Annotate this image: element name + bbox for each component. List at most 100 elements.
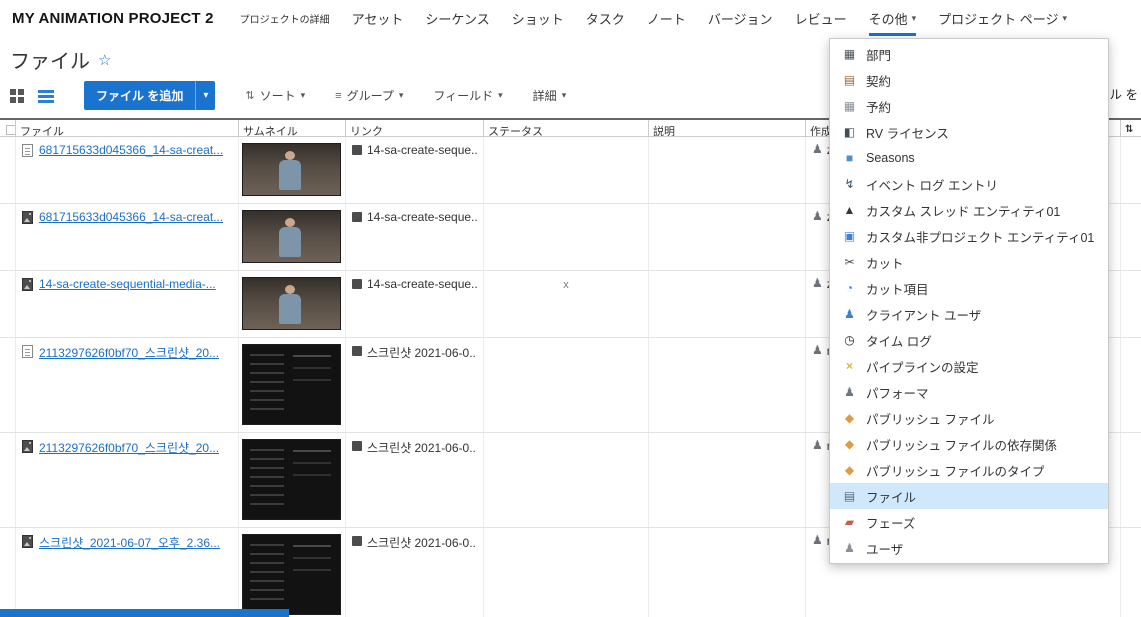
file-cell: 681715633d045366_14-sa-creat...: [15, 204, 238, 270]
menu-item-published-file[interactable]: ◆ パブリッシュ ファイル: [830, 405, 1108, 431]
phase-icon: ▰: [844, 515, 855, 529]
select-all-checkbox[interactable]: [0, 120, 15, 136]
menu-item-published-file-type[interactable]: ◆ パブリッシュ ファイルのタイプ: [830, 457, 1108, 483]
nav-item-8[interactable]: その他 ▾: [868, 0, 916, 36]
fields-button[interactable]: フィールド ▾: [433, 87, 502, 104]
far-cell: [1120, 271, 1141, 337]
thumbnail-cell: [238, 338, 345, 432]
menu-item-time-log[interactable]: ◷ タイム ログ: [830, 327, 1108, 353]
link-text[interactable]: 스크린샷 2021-06-0...: [367, 344, 477, 361]
time-log-icon: ◷: [844, 333, 855, 347]
row-checkbox[interactable]: [0, 137, 15, 203]
cut-icon: ✂: [844, 255, 855, 269]
nav-item-label: ショット: [511, 11, 564, 27]
file-name-link[interactable]: 스크린샷_2021-06-07_오후_2.36...: [39, 534, 220, 551]
menu-item-contract[interactable]: ▤ 契約: [830, 67, 1108, 93]
menu-item-rv-license[interactable]: ◧ RV ライセンス: [830, 119, 1108, 145]
menu-item-label: RV ライセンス: [866, 126, 949, 141]
row-checkbox[interactable]: [0, 338, 15, 432]
menu-item-label: カスタム非プロジェクト エンティティ01: [866, 230, 1095, 245]
sort-button[interactable]: ⇅ ソート ▾: [245, 87, 305, 104]
menu-item-seasons[interactable]: ■ Seasons: [830, 145, 1108, 171]
column-header-1[interactable]: サムネイル: [238, 120, 345, 136]
menu-item-booking[interactable]: ▦ 予約: [830, 93, 1108, 119]
menu-item-department[interactable]: ▦ 部門: [830, 41, 1108, 67]
file-cell: 스크린샷_2021-06-07_오후_2.36...: [15, 528, 238, 617]
menu-item-event-log[interactable]: ↯ イベント ログ エントリ: [830, 171, 1108, 197]
app-root: MY ANIMATION PROJECT 2 プロジェクトの詳細 アセット シーケン…: [0, 0, 1141, 617]
menu-item-custom-nonproject-entity[interactable]: ▣ カスタム非プロジェクト エンティティ01: [830, 223, 1108, 249]
file-name-link[interactable]: 681715633d045366_14-sa-creat...: [39, 143, 223, 157]
link-text[interactable]: 14-sa-create-seque...: [367, 143, 477, 157]
menu-item-cut[interactable]: ✂ カット: [830, 249, 1108, 275]
thumbnail-image[interactable]: [242, 439, 341, 520]
nav-item-7[interactable]: レビュー: [795, 0, 847, 36]
nav-item-3[interactable]: ショット: [512, 0, 564, 36]
add-file-button[interactable]: ファイル を追加 ▾: [84, 81, 216, 110]
menu-item-custom-entity[interactable]: ▲ カスタム スレッド エンティティ01: [830, 197, 1108, 223]
menu-item-phase[interactable]: ▰ フェーズ: [830, 509, 1108, 535]
menu-item-published-file-dependency[interactable]: ◆ パブリッシュ ファイルの依存関係: [830, 431, 1108, 457]
far-cell: [1120, 433, 1141, 527]
row-checkbox[interactable]: [0, 433, 15, 527]
menu-item-label: パブリッシュ ファイルの依存関係: [866, 438, 1057, 453]
favorite-star-icon[interactable]: ☆: [98, 51, 111, 69]
menu-item-user[interactable]: ♟ ユーザ: [830, 535, 1108, 561]
list-view-icon[interactable]: [38, 88, 54, 103]
row-checkbox[interactable]: [0, 528, 15, 617]
custom-entity-icon: ▲: [843, 203, 856, 217]
menu-item-cut-item[interactable]: ◔ カット項目: [830, 275, 1108, 301]
file-icon: [22, 345, 33, 358]
menu-item-label: パイプラインの設定: [866, 360, 979, 375]
column-header-4[interactable]: 説明: [648, 120, 805, 136]
column-header-0[interactable]: ファイル: [15, 120, 238, 136]
link-text[interactable]: 스크린샷 2021-06-0...: [367, 439, 477, 456]
thumbnail-image[interactable]: [242, 210, 341, 263]
thumbnail-cell: [238, 433, 345, 527]
description-cell: [648, 528, 805, 617]
file-name-link[interactable]: 681715633d045366_14-sa-creat...: [39, 210, 223, 224]
menu-item-client-user[interactable]: ♟ クライアント ユーザ: [830, 301, 1108, 327]
file-cell: 681715633d045366_14-sa-creat...: [15, 137, 238, 203]
menu-item-performer[interactable]: ♟ パフォーマ: [830, 379, 1108, 405]
link-cell: 14-sa-create-seque...: [345, 204, 483, 270]
menu-item-file[interactable]: ▤ ファイル: [830, 483, 1108, 509]
details-button[interactable]: 詳細 ▾: [533, 87, 567, 104]
menu-item-pipeline-config[interactable]: × パイプラインの設定: [830, 353, 1108, 379]
link-text[interactable]: 14-sa-create-seque...: [367, 210, 477, 224]
nav-item-5[interactable]: ノート: [647, 0, 686, 36]
file-name-link[interactable]: 2113297626f0bf70_스크린샷_20...: [39, 344, 219, 361]
add-file-chevron-down-icon[interactable]: ▾: [195, 81, 215, 110]
booking-icon: ▦: [843, 99, 856, 113]
nav-item-1[interactable]: アセット: [352, 0, 404, 36]
top-nav: MY ANIMATION PROJECT 2 プロジェクトの詳細 アセット シーケン…: [0, 0, 1141, 36]
column-settings-button[interactable]: ⇅: [1120, 120, 1141, 136]
menu-item-label: 契約: [866, 74, 892, 89]
row-checkbox[interactable]: [0, 271, 15, 337]
file-name-link[interactable]: 2113297626f0bf70_스크린샷_20...: [39, 439, 219, 456]
nav-item-2[interactable]: シーケンス: [425, 0, 489, 36]
group-button[interactable]: ≡ グループ ▾: [335, 87, 403, 104]
nav-item-0[interactable]: プロジェクトの詳細: [240, 0, 330, 36]
thumbnail-image[interactable]: [242, 344, 341, 425]
description-cell: [648, 204, 805, 270]
nav-item-9[interactable]: プロジェクト ページ ▾: [938, 0, 1067, 36]
link-text[interactable]: 14-sa-create-seque...: [367, 277, 477, 291]
nav-item-6[interactable]: バージョン: [708, 0, 773, 36]
far-cell: [1120, 528, 1141, 617]
nav-item-label: タスク: [585, 11, 625, 27]
column-header-3[interactable]: ステータス: [483, 120, 648, 136]
column-header-2[interactable]: リンク: [345, 120, 483, 136]
thumbnail-image[interactable]: [242, 277, 341, 330]
event-log-icon: ↯: [844, 177, 855, 191]
file-name-link[interactable]: 14-sa-create-sequential-media-...: [39, 277, 216, 291]
menu-item-label: フェーズ: [866, 516, 916, 531]
row-checkbox[interactable]: [0, 204, 15, 270]
sort-icon: ⇅: [245, 90, 255, 102]
thumbnail-image[interactable]: [242, 534, 341, 615]
thumbnail-image[interactable]: [242, 143, 341, 196]
sort-columns-icon: ⇅: [1125, 124, 1134, 135]
link-text[interactable]: 스크린샷 2021-06-0...: [367, 534, 477, 551]
nav-item-4[interactable]: タスク: [586, 0, 625, 36]
grid-view-icon[interactable]: [10, 88, 24, 103]
